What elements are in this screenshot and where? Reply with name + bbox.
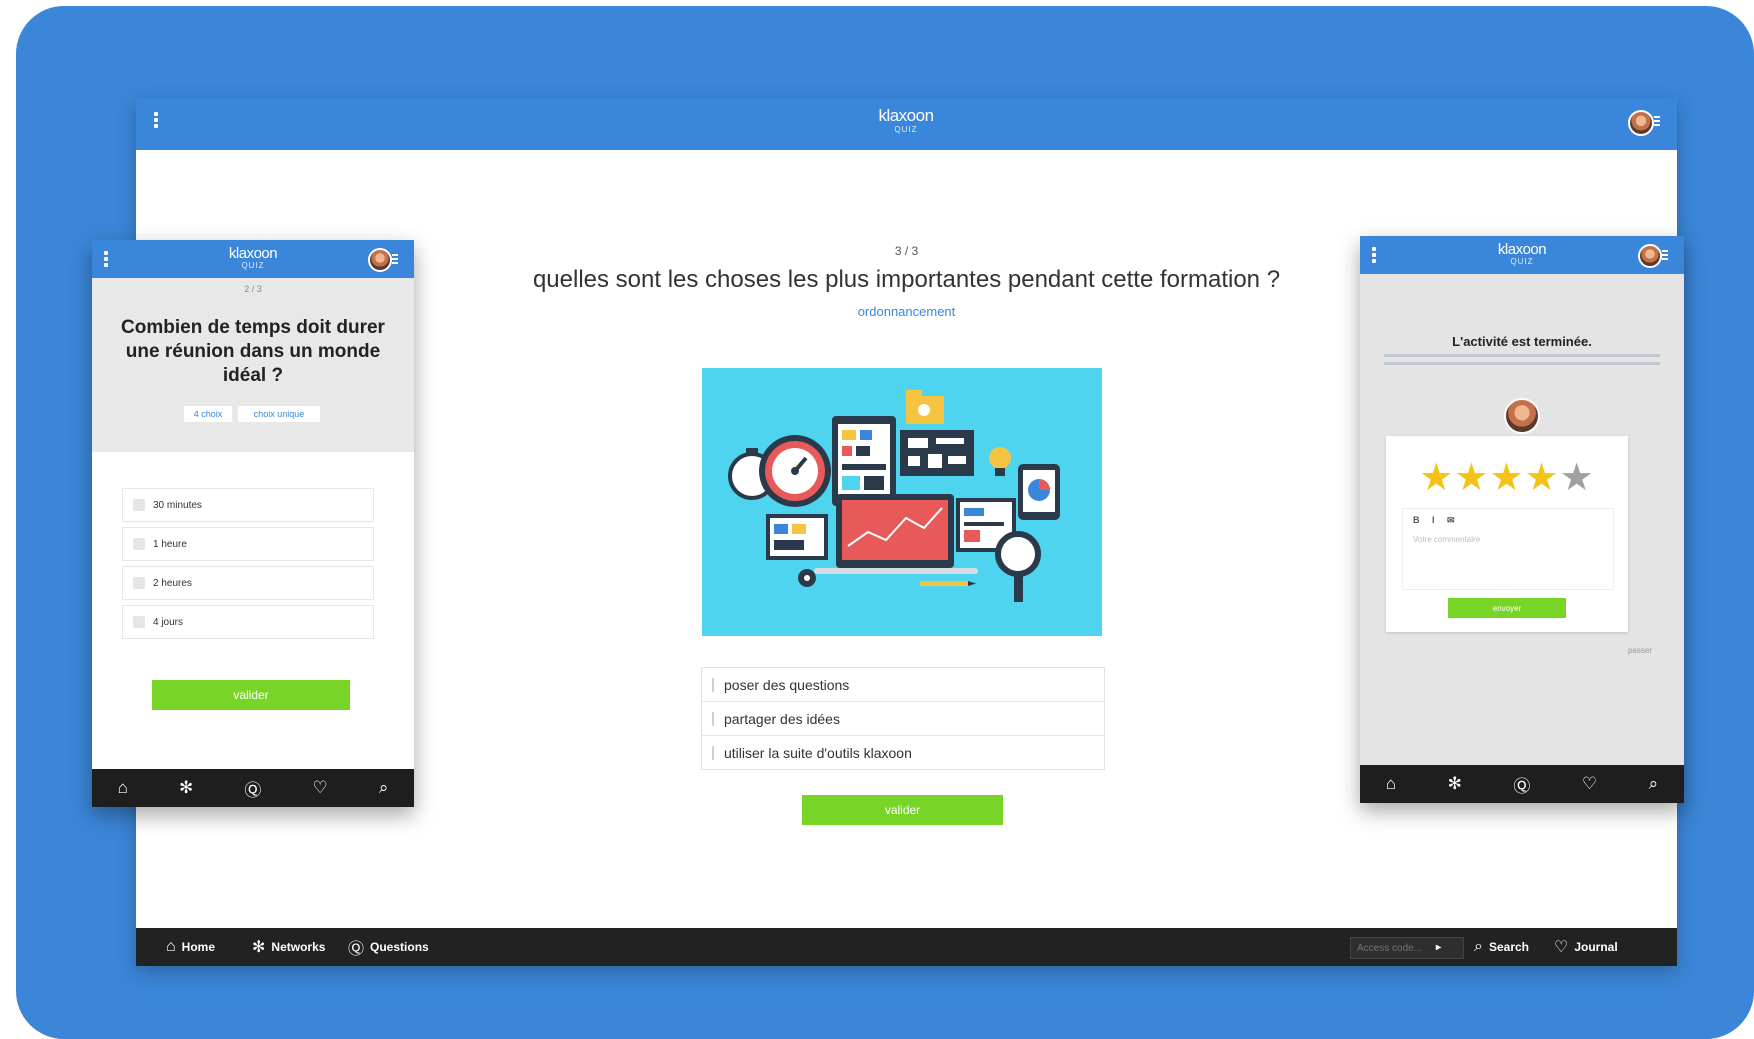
answer-label: partager des idées [724,710,840,727]
logo-name: klaxoon [878,106,934,125]
answer-label: poser des questions [724,676,850,693]
klaxoon-logo: klaxoon QUIZ [203,245,303,270]
checkbox[interactable] [133,538,145,550]
nav-search[interactable]: ⌕ Search [1474,928,1529,966]
presenter-avatar [1504,398,1540,434]
phone-top-bar: klaxoon QUIZ [1360,236,1684,274]
nav-search-label: Search [1488,940,1529,954]
activity-finished-title: L'activité est terminée. [1452,334,1592,349]
comment-editor[interactable]: B I ✉ Votre commentaire [1402,508,1614,590]
logo-sub: QUIZ [894,125,918,134]
answer-item[interactable]: utiliser la suite d'outils klaxoon [702,736,1104,769]
left-phone: klaxoon QUIZ 2 / 3 Combien de temps doit… [92,240,414,807]
nav-home-label: Home [181,940,216,954]
klaxoon-logo: klaxoon QUIZ [1472,241,1572,266]
device-frame: klaxoon QUIZ 3 / 3 quelles sont les chos… [16,6,1754,1039]
logo-sub: QUIZ [241,261,265,270]
avatar[interactable] [1628,110,1654,136]
questions-icon[interactable]: Ⓠ [1513,772,1530,797]
home-icon: ⌂ [166,938,176,955]
option-label: 1 heure [153,538,187,550]
question-illustration [702,368,1102,636]
drag-handle-icon[interactable] [712,711,714,726]
star-filled-icon[interactable]: ★ [1525,457,1560,499]
questions-icon[interactable]: Ⓠ [244,776,261,801]
option-label: 2 heures [153,577,192,589]
option-item[interactable]: 30 minutes [122,488,374,522]
network-icon: ✻ [252,939,266,956]
star-empty-icon[interactable]: ★ [1560,457,1595,499]
nav-networks-label: Networks [271,940,326,954]
option-label: 4 jours [153,616,184,628]
bottom-nav: ⌂ Home ✻ Networks Ⓠ Questions ▸ ⌕ Search ♡ Jo… [136,928,1677,966]
nav-journal[interactable]: ♡ Journal [1554,928,1618,966]
menu-icon[interactable] [104,251,108,269]
journal-icon: ♡ [1554,939,1569,956]
phone-bottom-nav: ⌂ ✻ Ⓠ ♡ ⌕ [1360,765,1684,803]
questions-icon: Ⓠ [348,941,365,958]
checkbox[interactable] [133,577,145,589]
chip-single-choice: choix unique [238,406,320,422]
answer-label: utiliser la suite d'outils klaxoon [724,744,912,761]
nav-questions-label: Questions [370,940,429,954]
home-icon[interactable]: ⌂ [1386,774,1396,794]
option-item[interactable]: 1 heure [122,527,374,561]
validate-button[interactable]: valider [802,795,1003,825]
go-icon[interactable]: ▸ [1436,928,1441,966]
hamburger-icon[interactable] [392,254,398,266]
checkbox[interactable] [133,499,145,511]
nav-questions[interactable]: Ⓠ Questions [348,928,429,966]
right-phone: klaxoon QUIZ L'activité est terminée. ★★… [1360,236,1684,803]
avatar[interactable] [368,248,392,272]
nav-home[interactable]: ⌂ Home [166,928,215,966]
skip-link[interactable]: passer [1628,646,1652,655]
chip-choices: 4 choix [184,406,232,422]
option-item[interactable]: 4 jours [122,605,374,639]
drag-handle-icon[interactable] [712,677,714,692]
editor-toolbar[interactable]: B I ✉ [1413,515,1455,526]
network-icon[interactable]: ✻ [179,778,193,798]
nav-journal-label: Journal [1574,940,1618,954]
access-code-input[interactable] [1350,937,1464,959]
checkbox[interactable] [133,616,145,628]
search-icon[interactable]: ⌕ [1649,774,1659,794]
option-item[interactable]: 2 heures [122,566,374,600]
phone-bottom-nav: ⌂ ✻ Ⓠ ♡ ⌕ [92,769,414,807]
avatar[interactable] [1638,244,1662,268]
phone-top-bar: klaxoon QUIZ [92,240,414,278]
question-title: Combien de temps doit durer une réunion … [121,317,385,386]
network-icon[interactable]: ✻ [1448,774,1462,794]
menu-icon[interactable] [154,112,158,130]
question-counter: 2 / 3 [244,284,262,294]
send-button[interactable]: envoyer [1448,598,1566,618]
answer-list: poser des questions partager des idées u… [701,667,1105,770]
answer-item[interactable]: partager des idées [702,702,1104,736]
journal-icon[interactable]: ♡ [1582,774,1597,794]
search-icon: ⌕ [1474,938,1483,955]
nav-networks[interactable]: ✻ Networks [252,928,325,966]
journal-icon[interactable]: ♡ [312,778,327,798]
search-icon[interactable]: ⌕ [379,778,389,798]
hamburger-icon[interactable] [1662,250,1668,262]
menu-icon[interactable] [1372,247,1376,265]
star-rating[interactable]: ★★★★★ [1386,458,1628,498]
star-filled-icon[interactable]: ★ [1489,457,1524,499]
logo-name: klaxoon [228,245,278,262]
dashboard-illustration [728,390,1060,602]
logo-name: klaxoon [1497,241,1547,258]
answer-item[interactable]: poser des questions [702,668,1104,702]
comment-placeholder: Votre commentaire [1413,535,1481,544]
home-icon[interactable]: ⌂ [118,778,128,798]
validate-button[interactable]: valider [152,680,350,710]
option-label: 30 minutes [153,499,202,511]
klaxoon-logo: klaxoon QUIZ [856,106,956,134]
drag-handle-icon[interactable] [712,745,714,760]
activity-description [1384,354,1660,374]
logo-sub: QUIZ [1510,257,1534,266]
rating-card: ★★★★★ B I ✉ Votre commentaire envoyer [1386,436,1628,632]
star-filled-icon[interactable]: ★ [1419,457,1454,499]
star-filled-icon[interactable]: ★ [1454,457,1489,499]
top-bar: klaxoon QUIZ [136,98,1677,150]
hamburger-icon[interactable] [1654,116,1660,128]
